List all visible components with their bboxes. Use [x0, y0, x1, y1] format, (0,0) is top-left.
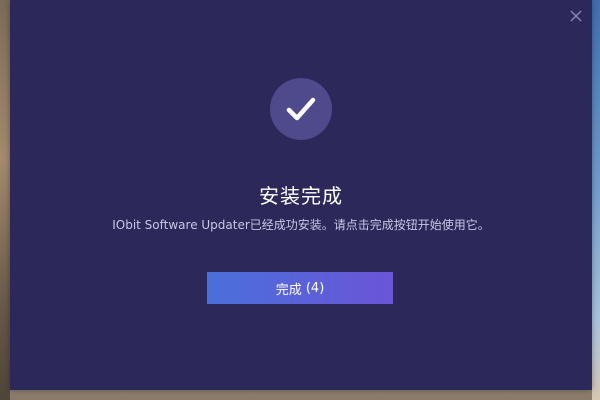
close-button[interactable]: [568, 8, 584, 24]
install-complete-dialog: 安装完成 IObit Software Updater已经成功安装。请点击完成按…: [10, 0, 592, 390]
dialog-message: IObit Software Updater已经成功安装。请点击完成按钮开始使用…: [112, 218, 490, 232]
success-badge: [270, 78, 332, 140]
wallpaper-left-edge: [0, 0, 10, 400]
wallpaper-right-edge: [592, 0, 600, 400]
dialog-title: 安装完成: [259, 184, 343, 208]
checkmark-icon: [286, 97, 316, 121]
finish-button-countdown: (4): [305, 280, 325, 296]
finish-button[interactable]: 完成 (4): [207, 272, 393, 304]
desktop-background: 安装完成 IObit Software Updater已经成功安装。请点击完成按…: [0, 0, 600, 400]
close-icon: [570, 10, 582, 22]
finish-button-label: 完成: [275, 282, 302, 298]
